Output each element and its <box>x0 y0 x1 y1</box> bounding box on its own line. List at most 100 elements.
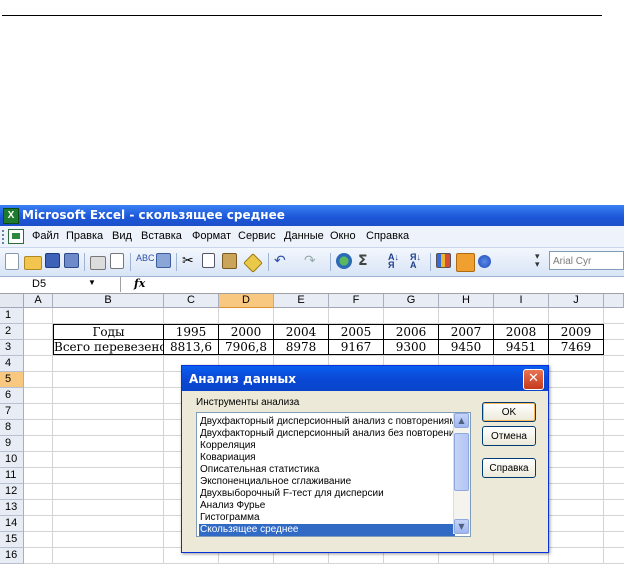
hyperlink-icon[interactable] <box>336 253 352 269</box>
cell-e3[interactable]: 8978 <box>273 339 329 355</box>
cell-d3[interactable]: 7906,8 <box>218 339 274 355</box>
list-item[interactable]: Двухфакторный дисперсионный анализ с пов… <box>199 416 455 428</box>
scroll-down-icon[interactable]: ▼ <box>454 519 469 534</box>
paste-icon[interactable] <box>222 253 237 269</box>
row-header-16[interactable]: 16 <box>0 548 24 564</box>
list-item[interactable]: Двухвыборочный F-тест для дисперсии <box>199 488 455 500</box>
new-icon[interactable] <box>5 253 19 270</box>
cell-i2[interactable]: 2008 <box>493 324 549 340</box>
menu-view[interactable]: Вид <box>112 230 132 242</box>
cell-g3[interactable]: 9300 <box>383 339 439 355</box>
list-item[interactable]: Корреляция <box>199 440 455 452</box>
row-header-6[interactable]: 6 <box>0 388 24 404</box>
list-item[interactable]: Экспоненциальное сглаживание <box>199 476 455 488</box>
undo-icon[interactable]: ↶ <box>274 253 290 269</box>
dialog-title-bar[interactable]: Анализ данных ✕ <box>182 366 548 391</box>
sort-descending-icon[interactable]: Я↓ A <box>410 253 426 270</box>
cell-j2[interactable]: 2009 <box>548 324 604 340</box>
menu-insert[interactable]: Вставка <box>141 230 182 242</box>
list-item[interactable]: Гистограмма <box>199 512 455 524</box>
format-painter-icon[interactable] <box>243 253 263 273</box>
menu-edit[interactable]: Правка <box>66 230 103 242</box>
column-header-c[interactable]: C <box>164 294 219 308</box>
column-header-j[interactable]: J <box>549 294 604 308</box>
menu-help[interactable]: Справка <box>366 230 409 242</box>
help-button[interactable]: Справка <box>482 458 536 478</box>
permission-icon[interactable] <box>64 253 79 268</box>
cell-b2[interactable]: Годы <box>53 324 164 340</box>
print-preview-icon[interactable] <box>110 253 124 269</box>
cell-d2[interactable]: 2000 <box>218 324 274 340</box>
menu-format[interactable]: Формат <box>192 230 231 242</box>
row-header-3[interactable]: 3 <box>0 340 24 356</box>
formula-input[interactable] <box>160 278 620 292</box>
name-box-dropdown-icon[interactable]: ▼ <box>88 278 96 287</box>
name-box[interactable]: D5 ▼ <box>2 277 121 292</box>
column-header-i[interactable]: I <box>494 294 549 308</box>
cell-f2[interactable]: 2005 <box>328 324 384 340</box>
list-item-selected[interactable]: Скользящее среднее <box>199 524 455 536</box>
column-header-k[interactable] <box>604 294 624 308</box>
research-icon[interactable] <box>156 253 171 268</box>
scroll-thumb[interactable] <box>454 433 469 491</box>
scroll-up-icon[interactable]: ▲ <box>454 413 469 428</box>
copy-icon[interactable] <box>202 253 215 268</box>
sort-ascending-icon[interactable]: A↓ Я <box>388 253 404 270</box>
select-all-corner[interactable] <box>0 294 24 308</box>
row-header-10[interactable]: 10 <box>0 452 24 468</box>
cell-e2[interactable]: 2004 <box>273 324 329 340</box>
workbook-icon[interactable] <box>8 229 24 244</box>
list-item[interactable]: Двухфакторный дисперсионный анализ без п… <box>199 428 455 440</box>
row-header-9[interactable]: 9 <box>0 436 24 452</box>
ok-button[interactable]: OK <box>482 402 536 422</box>
autosum-icon[interactable]: Σ <box>358 253 374 269</box>
cell-h3[interactable]: 9450 <box>438 339 494 355</box>
column-header-f[interactable]: F <box>329 294 384 308</box>
list-item[interactable]: Ковариация <box>199 452 455 464</box>
cell-h2[interactable]: 2007 <box>438 324 494 340</box>
help-icon[interactable] <box>478 255 491 268</box>
row-header-8[interactable]: 8 <box>0 420 24 436</box>
column-header-d[interactable]: D <box>219 294 274 308</box>
column-header-g[interactable]: G <box>384 294 439 308</box>
chart-wizard-icon[interactable] <box>436 253 451 268</box>
row-header-2[interactable]: 2 <box>0 324 24 340</box>
close-icon[interactable]: ✕ <box>523 369 544 390</box>
list-item[interactable]: Описательная статистика <box>199 464 455 476</box>
cancel-button[interactable]: Отмена <box>482 426 536 446</box>
open-icon[interactable] <box>24 256 42 270</box>
print-icon[interactable] <box>90 256 106 270</box>
spelling-icon[interactable]: ABC <box>136 253 155 269</box>
column-header-h[interactable]: H <box>439 294 494 308</box>
cell-b3[interactable]: Всего перевезено <box>53 339 167 355</box>
row-header-11[interactable]: 11 <box>0 468 24 484</box>
row-header-12[interactable]: 12 <box>0 484 24 500</box>
cell-j3[interactable]: 7469 <box>548 339 604 355</box>
redo-icon[interactable]: ↷ <box>304 253 320 269</box>
row-header-5[interactable]: 5 <box>0 372 24 388</box>
menu-file[interactable]: Файл <box>32 230 59 242</box>
column-header-e[interactable]: E <box>274 294 329 308</box>
list-item[interactable]: Анализ Фурье <box>199 500 455 512</box>
cell-g2[interactable]: 2006 <box>383 324 439 340</box>
cell-c2[interactable]: 1995 <box>163 324 219 340</box>
toolbar-options-icon[interactable]: ▾ ▾ <box>535 253 543 270</box>
row-header-1[interactable]: 1 <box>0 308 24 324</box>
cell-c3[interactable]: 8813,6 <box>163 339 219 355</box>
row-header-7[interactable]: 7 <box>0 404 24 420</box>
cell-f3[interactable]: 9167 <box>328 339 384 355</box>
fx-icon[interactable]: fx <box>134 277 145 290</box>
cut-icon[interactable]: ✂ <box>182 253 198 269</box>
row-header-14[interactable]: 14 <box>0 516 24 532</box>
row-header-13[interactable]: 13 <box>0 500 24 516</box>
row-header-4[interactable]: 4 <box>0 356 24 372</box>
save-icon[interactable] <box>45 253 60 268</box>
listbox-scrollbar[interactable]: ▲ ▼ <box>453 413 470 534</box>
font-name-box[interactable]: Arial Cyr <box>549 251 624 270</box>
column-header-a[interactable]: A <box>24 294 53 308</box>
menu-window[interactable]: Окно <box>330 230 356 242</box>
drawing-icon[interactable] <box>456 253 475 272</box>
cell-i3[interactable]: 9451 <box>493 339 549 355</box>
menu-data[interactable]: Данные <box>284 230 324 242</box>
row-header-15[interactable]: 15 <box>0 532 24 548</box>
